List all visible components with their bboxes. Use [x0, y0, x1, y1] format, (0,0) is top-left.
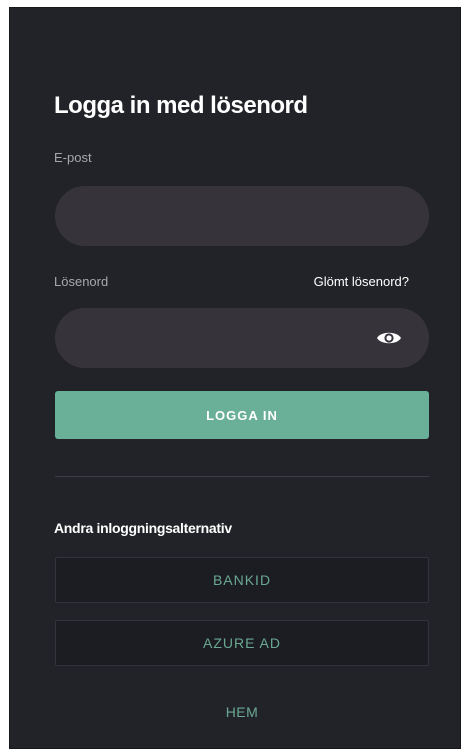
alternatives-heading: Andra inloggningsalternativ	[54, 520, 232, 536]
email-input[interactable]	[55, 186, 429, 246]
eye-icon[interactable]	[376, 326, 402, 350]
page-title: Logga in med lösenord	[54, 92, 308, 119]
password-label: Lösenord	[54, 274, 109, 289]
login-panel: Logga in med lösenord E-post Lösenord Gl…	[9, 7, 461, 749]
azure-ad-button[interactable]: AZURE AD	[55, 620, 429, 666]
login-button[interactable]: LOGGA IN	[55, 391, 429, 439]
password-input[interactable]	[55, 308, 429, 368]
email-label: E-post	[54, 150, 92, 165]
forgot-password-link[interactable]: Glömt lösenord?	[314, 274, 409, 289]
divider	[55, 476, 429, 477]
bankid-button[interactable]: BANKID	[55, 557, 429, 603]
home-link[interactable]: HEM	[55, 704, 429, 720]
